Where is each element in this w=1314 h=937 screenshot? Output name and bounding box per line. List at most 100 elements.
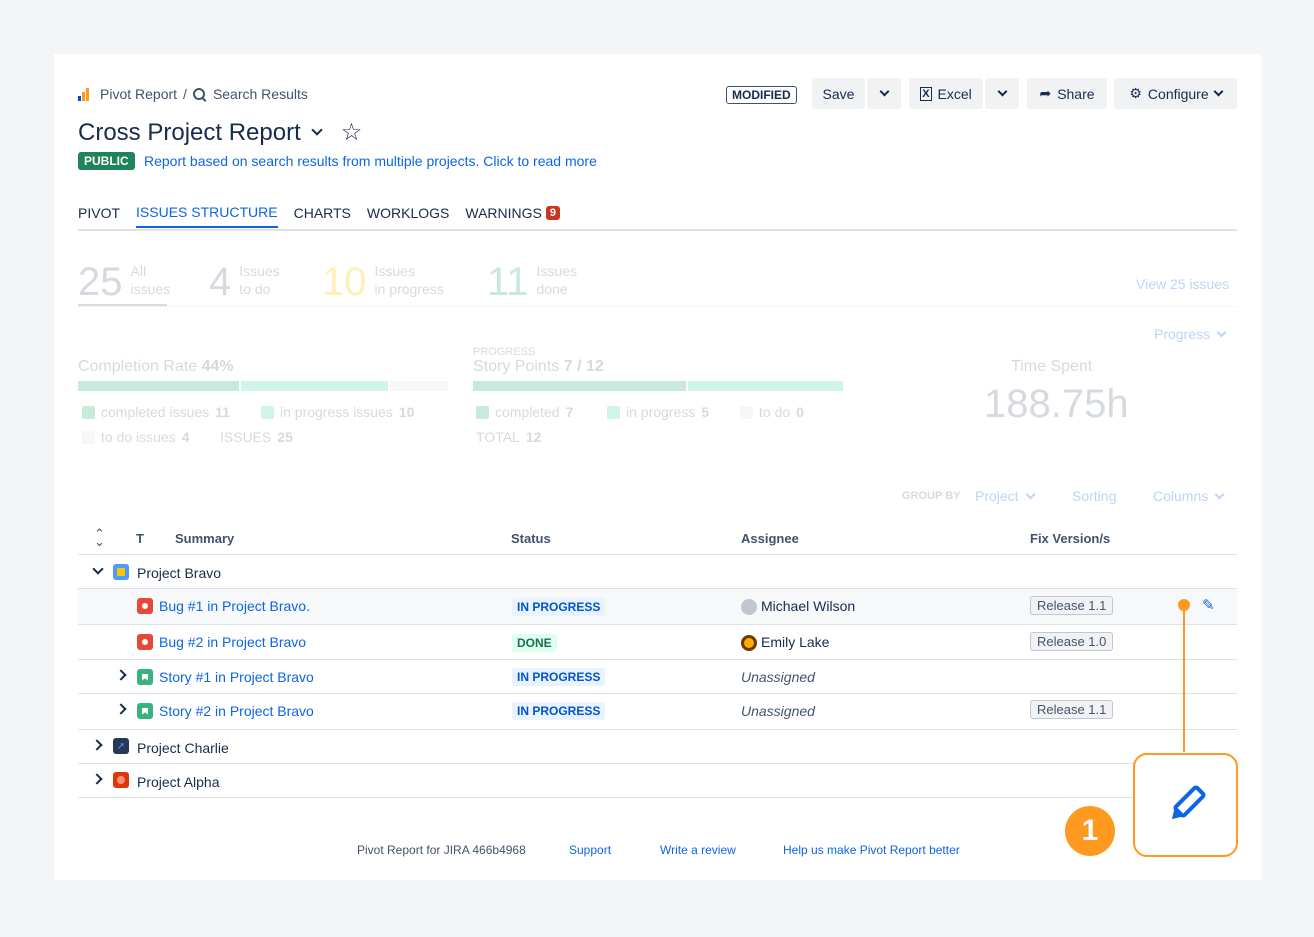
table-row[interactable]: Story #1 in Project Bravo IN PROGRESS Un… <box>78 660 1237 693</box>
project-row-charlie[interactable]: ➚ Project Charlie <box>78 730 1237 763</box>
stat-in-progress[interactable]: 10 Issues in progress <box>322 262 444 302</box>
issue-summary-link[interactable]: Bug #2 in Project Bravo <box>159 634 306 650</box>
column-header-status[interactable]: Status <box>511 531 551 546</box>
gear-icon: ⚙ <box>1129 85 1142 101</box>
legend-swatch <box>82 405 95 419</box>
legend-label: to do <box>759 404 791 420</box>
stat-label: Issues <box>239 263 280 279</box>
search-icon <box>192 88 205 100</box>
table-row[interactable]: Bug #1 in Project Bravo. IN PROGRESS Mic… <box>78 589 1237 624</box>
status-badge: IN PROGRESS <box>512 702 606 720</box>
legend-label: TOTAL <box>476 429 520 445</box>
expand-all-toggle[interactable]: ⌃ ⌄ <box>94 527 105 548</box>
project-row-bravo[interactable]: Project Bravo <box>78 555 1237 588</box>
legend-completed-points: completed 7 <box>476 404 573 420</box>
fix-version-badge[interactable]: Release 1.1 <box>1030 596 1114 615</box>
project-name: Project Alpha <box>137 774 220 790</box>
chevron-right-icon[interactable] <box>91 773 103 785</box>
configure-label: Configure <box>1147 85 1209 102</box>
footer-product-version: Pivot Report for JIRA 466b4968 <box>357 843 526 857</box>
story-icon <box>137 703 153 719</box>
stat-label: in progress <box>374 281 444 297</box>
page-title: Cross Project Report <box>78 118 301 146</box>
chevron-down-icon <box>1216 327 1227 337</box>
tab-worklogs[interactable]: WORKLOGS <box>367 204 449 228</box>
issue-summary-link[interactable]: Bug #1 in Project Bravo. <box>159 598 310 614</box>
report-description-link[interactable]: Report based on search results from mult… <box>144 153 597 169</box>
group-by-dropdown[interactable]: Project <box>975 488 1036 504</box>
save-dropdown-button[interactable] <box>867 78 901 109</box>
table-row[interactable]: Bug #2 in Project Bravo DONE Emily Lake … <box>78 625 1237 659</box>
configure-button[interactable]: ⚙ Configure <box>1114 78 1237 109</box>
chevron-right-icon[interactable] <box>115 703 127 715</box>
fix-version-badge[interactable]: Release 1.1 <box>1030 700 1114 719</box>
table-divider <box>78 797 1237 798</box>
time-spent-value: 188.75h <box>984 382 1129 426</box>
legend-label: ISSUES <box>220 429 272 445</box>
footer-support-link[interactable]: Support <box>569 843 611 857</box>
stat-done[interactable]: 11 Issues done <box>487 262 577 302</box>
legend-to-do-issues: to do issues 4 <box>82 429 190 445</box>
tab-charts[interactable]: CHARTS <box>294 204 351 228</box>
fix-version-badge[interactable]: Release 1.0 <box>1030 632 1114 651</box>
view-issues-link[interactable]: View 25 issues <box>1136 276 1229 292</box>
breadcrumb-current[interactable]: Search Results <box>213 86 308 102</box>
page-title-row: Cross Project Report ☆ <box>78 118 362 147</box>
footer-help-link[interactable]: Help us make Pivot Report better <box>783 843 960 857</box>
table-row[interactable]: Story #2 in Project Bravo IN PROGRESS Un… <box>78 694 1237 729</box>
story-bar-in-progress <box>688 381 843 391</box>
stat-label: All <box>130 263 147 279</box>
pencil-icon[interactable]: ✎ <box>1202 596 1215 614</box>
stat-divider <box>78 306 1237 307</box>
stat-to-do[interactable]: 4 Issues to do <box>209 262 280 302</box>
share-icon: ➦ <box>1039 85 1052 101</box>
column-header-type[interactable]: T <box>136 531 144 546</box>
legend-label: in progress <box>626 404 696 420</box>
footer-review-link[interactable]: Write a review <box>660 843 736 857</box>
issue-summary-link[interactable]: Story #2 in Project Bravo <box>159 703 314 719</box>
legend-value: 5 <box>701 404 710 420</box>
column-header-fix-version[interactable]: Fix Version/s <box>1030 531 1110 546</box>
legend-swatch <box>607 405 620 419</box>
share-button[interactable]: ➦ Share <box>1027 78 1107 109</box>
completion-bar-in-progress <box>241 381 388 391</box>
tab-pivot[interactable]: PIVOT <box>78 204 120 228</box>
status-badge: IN PROGRESS <box>512 598 606 616</box>
stat-label: Issues <box>374 263 415 279</box>
legend-swatch <box>740 405 753 419</box>
breadcrumb-root[interactable]: Pivot Report <box>100 86 177 102</box>
excel-button[interactable]: X Excel <box>909 78 983 109</box>
tab-divider <box>78 229 1237 231</box>
stat-all-issues[interactable]: 25 All issues <box>78 262 170 302</box>
column-header-assignee[interactable]: Assignee <box>741 531 799 546</box>
legend-completed-issues: completed issues 11 <box>82 404 230 420</box>
progress-dropdown[interactable]: Progress <box>1154 326 1227 342</box>
chevron-right-icon[interactable] <box>91 739 103 751</box>
progress-dropdown-label: Progress <box>1154 326 1211 342</box>
story-bar-done <box>473 381 686 391</box>
sorting-link[interactable]: Sorting <box>1072 488 1116 504</box>
chevron-down-icon[interactable] <box>92 563 104 575</box>
project-name: Project Bravo <box>137 565 222 581</box>
star-icon[interactable]: ☆ <box>341 118 363 147</box>
project-charlie-icon: ➚ <box>113 738 129 754</box>
chevron-right-icon[interactable] <box>115 669 127 681</box>
project-bravo-icon <box>113 564 129 580</box>
legend-value: 7 <box>565 404 574 420</box>
completion-rate-title: Completion Rate 44% <box>78 358 234 376</box>
save-button[interactable]: Save <box>812 78 865 109</box>
project-alpha-icon <box>113 772 129 788</box>
tab-warnings[interactable]: WARNINGS 9 <box>465 204 560 228</box>
legend-value: 25 <box>277 429 293 445</box>
tab-issues-structure[interactable]: ISSUES STRUCTURE <box>136 204 278 228</box>
chevron-down-icon <box>879 86 889 97</box>
project-row-alpha[interactable]: Project Alpha <box>78 764 1237 797</box>
save-label: Save <box>822 85 855 102</box>
columns-dropdown[interactable]: Columns <box>1153 488 1225 504</box>
legend-label: completed <box>495 404 560 420</box>
column-header-summary[interactable]: Summary <box>175 531 234 546</box>
legend-label: completed issues <box>101 404 210 420</box>
chevron-down-icon[interactable] <box>311 123 323 136</box>
excel-dropdown-button[interactable] <box>985 78 1019 109</box>
issue-summary-link[interactable]: Story #1 in Project Bravo <box>159 669 314 685</box>
